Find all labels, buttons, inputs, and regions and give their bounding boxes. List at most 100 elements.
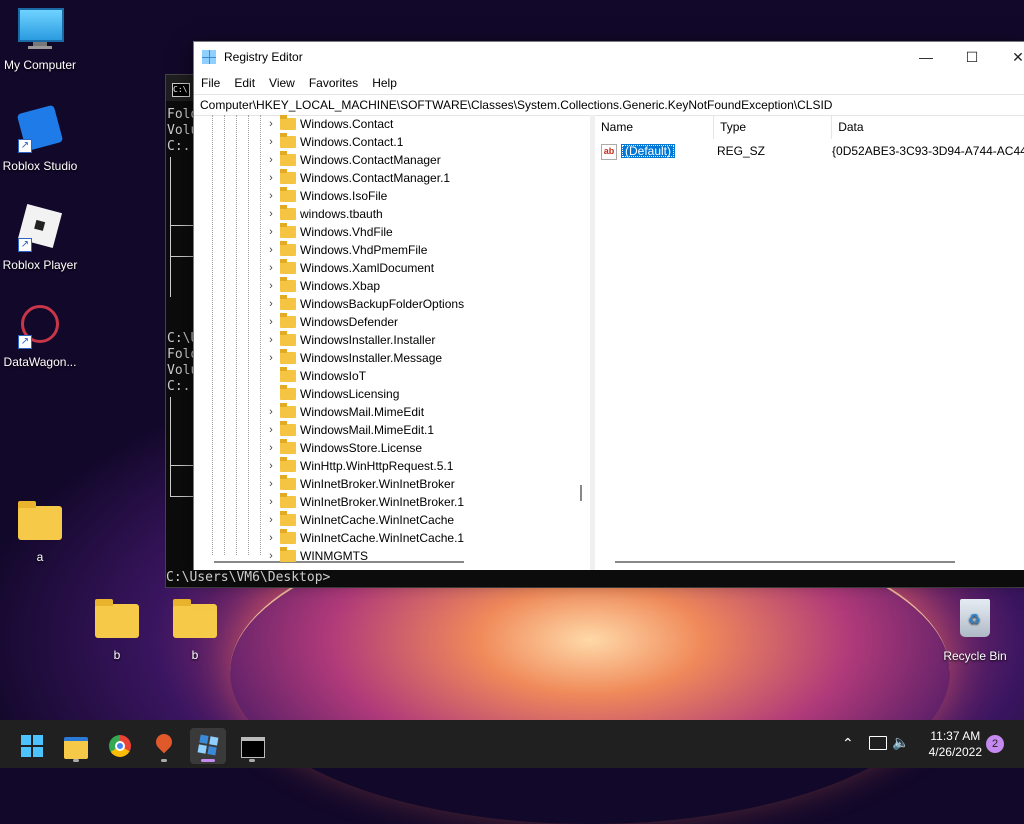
- menu-edit[interactable]: Edit: [227, 76, 262, 90]
- desktop-folder-b-1[interactable]: b: [77, 596, 157, 662]
- chevron-right-icon[interactable]: ›: [266, 259, 276, 277]
- address-bar[interactable]: Computer\HKEY_LOCAL_MACHINE\SOFTWARE\Cla…: [194, 94, 1024, 116]
- tree-key-row[interactable]: › Windows.VhdPmemFile: [194, 241, 574, 259]
- desktop-icon-roblox-studio[interactable]: ↗ Roblox Studio: [0, 104, 80, 173]
- chevron-right-icon[interactable]: ›: [266, 403, 276, 421]
- chevron-right-icon[interactable]: ›: [266, 349, 276, 367]
- window-title: Registry Editor: [224, 50, 303, 64]
- chevron-right-icon[interactable]: ›: [266, 331, 276, 349]
- chevron-right-icon[interactable]: ›: [266, 277, 276, 295]
- desktop-icon-roblox-player[interactable]: ↗ Roblox Player: [0, 203, 80, 272]
- volume-icon[interactable]: 🔈: [892, 734, 909, 751]
- tree-key-label: WINMGMTS: [300, 549, 368, 563]
- chevron-right-icon[interactable]: ›: [266, 493, 276, 511]
- menu-help[interactable]: Help: [365, 76, 404, 90]
- tree-key-row[interactable]: › Windows.XamlDocument: [194, 259, 574, 277]
- desktop-folder-b-2[interactable]: b: [155, 596, 235, 662]
- chevron-right-icon[interactable]: ›: [266, 475, 276, 493]
- tree-key-row[interactable]: › Windows.ContactManager.1: [194, 169, 574, 187]
- value-row[interactable]: ab (Default) REG_SZ {0D52ABE3-3C93-3D94-A…: [595, 140, 1024, 162]
- desktop-icon-recycle-bin[interactable]: ♻ Recycle Bin: [935, 596, 1015, 663]
- values-horizontal-scrollbar[interactable]: [615, 561, 955, 563]
- chevron-right-icon[interactable]: ›: [266, 169, 276, 187]
- chevron-up-icon[interactable]: ⌃: [842, 735, 854, 752]
- tree-key-row[interactable]: › WindowsDefender: [194, 313, 574, 331]
- value-name[interactable]: (Default): [621, 144, 676, 158]
- taskbar-file-explorer[interactable]: [58, 728, 94, 764]
- cmd-prompt-line[interactable]: C:\Users\VM6\Desktop>: [166, 570, 1024, 586]
- tree-key-label: Windows.Contact.1: [300, 135, 404, 149]
- chevron-right-icon[interactable]: ›: [266, 223, 276, 241]
- maximize-button[interactable]: ☐: [949, 42, 995, 72]
- tree-key-row[interactable]: › Windows.IsoFile: [194, 187, 574, 205]
- chevron-right-icon[interactable]: ›: [266, 205, 276, 223]
- tree-key-row[interactable]: › WindowsInstaller.Message: [194, 349, 574, 367]
- taskbar-regedit[interactable]: [190, 728, 226, 764]
- column-name-header[interactable]: Name: [595, 115, 715, 139]
- tree-key-row[interactable]: › Windows.VhdFile: [194, 223, 574, 241]
- tree-key-row[interactable]: › WindowsStore.License: [194, 439, 574, 457]
- tree-key-row[interactable]: › WinInetBroker.WinInetBroker.1: [194, 493, 574, 511]
- cmd-icon: C:\: [172, 83, 190, 97]
- menu-file[interactable]: File: [194, 76, 227, 90]
- tree-key-row[interactable]: WindowsIoT: [194, 367, 574, 385]
- chevron-right-icon[interactable]: ›: [266, 529, 276, 547]
- chevron-right-icon[interactable]: ›: [266, 439, 276, 457]
- tree-key-row[interactable]: › WinHttp.WinHttpRequest.5.1: [194, 457, 574, 475]
- taskbar-cmd[interactable]: [234, 728, 270, 764]
- tree-key-row[interactable]: › WINMGMTS: [194, 547, 574, 565]
- chevron-right-icon[interactable]: ›: [266, 511, 276, 529]
- chevron-right-icon[interactable]: ›: [266, 313, 276, 331]
- minimize-button[interactable]: —: [903, 42, 949, 72]
- folder-icon: [280, 169, 296, 184]
- chevron-right-icon[interactable]: ›: [266, 241, 276, 259]
- tree-key-row[interactable]: › WinInetCache.WinInetCache: [194, 511, 574, 529]
- taskbar-chrome[interactable]: [102, 728, 138, 764]
- taskbar-maps-app[interactable]: [146, 728, 182, 764]
- tree-key-row[interactable]: › Windows.Xbap: [194, 277, 574, 295]
- tree-key-row[interactable]: › Windows.Contact: [194, 115, 574, 133]
- desktop-folder-a[interactable]: a: [0, 498, 80, 564]
- chevron-right-icon[interactable]: ›: [266, 151, 276, 169]
- regedit-titlebar[interactable]: Registry Editor: [194, 42, 1024, 72]
- desktop-icon-label: DataWagon...: [3, 355, 77, 369]
- tree-key-row[interactable]: › Windows.ContactManager: [194, 151, 574, 169]
- values-pane[interactable]: Name Type Data ab (Default) REG_SZ {0D52A…: [595, 115, 1024, 573]
- registry-editor-window[interactable]: Registry Editor — ☐ ✕ File Edit View Fav…: [193, 41, 1024, 574]
- desktop-icon-label: a: [36, 550, 44, 564]
- tree-key-label: Windows.XamlDocument: [300, 261, 435, 275]
- chevron-right-icon[interactable]: ›: [266, 115, 276, 133]
- tree-vertical-scrollbar[interactable]: [580, 485, 582, 501]
- desktop-icon-datawagon[interactable]: ↗ DataWagon...: [0, 302, 80, 369]
- maps-pin-icon: [152, 730, 176, 754]
- desktop-icon-label: b: [113, 648, 121, 662]
- tree-key-row[interactable]: › WinInetCache.WinInetCache.1: [194, 529, 574, 547]
- tree-key-row[interactable]: › WinInetBroker.WinInetBroker: [194, 475, 574, 493]
- tree-key-label: WindowsBackupFolderOptions: [300, 297, 465, 311]
- tree-key-row[interactable]: › WindowsMail.MimeEdit: [194, 403, 574, 421]
- chevron-right-icon[interactable]: ›: [266, 133, 276, 151]
- column-data-header[interactable]: Data: [832, 115, 1024, 139]
- tree-key-row[interactable]: › Windows.Contact.1: [194, 133, 574, 151]
- tree-key-row[interactable]: WindowsLicensing: [194, 385, 574, 403]
- tree-key-row[interactable]: › windows.tbauth: [194, 205, 574, 223]
- tree-key-row[interactable]: › WindowsBackupFolderOptions: [194, 295, 574, 313]
- chevron-right-icon[interactable]: ›: [266, 547, 276, 565]
- desktop-icon-my-computer[interactable]: My Computer: [0, 8, 80, 72]
- menu-view[interactable]: View: [262, 76, 302, 90]
- clock[interactable]: 11:37 AM 4/26/2022: [929, 728, 982, 760]
- chevron-right-icon[interactable]: ›: [266, 457, 276, 475]
- folder-icon: [280, 223, 296, 238]
- chevron-right-icon[interactable]: ›: [266, 421, 276, 439]
- tree-key-row[interactable]: › WindowsInstaller.Installer: [194, 331, 574, 349]
- start-button[interactable]: [14, 728, 50, 764]
- menu-favorites[interactable]: Favorites: [302, 76, 365, 90]
- close-button[interactable]: ✕: [995, 42, 1024, 72]
- network-icon[interactable]: [869, 736, 887, 750]
- chevron-right-icon[interactable]: ›: [266, 187, 276, 205]
- key-tree-pane[interactable]: › Windows.Contact › Windows.Contact.1 › Windo…: [194, 115, 595, 573]
- chevron-right-icon[interactable]: ›: [266, 295, 276, 313]
- desktop-icon-label: Roblox Studio: [2, 159, 78, 173]
- notification-badge[interactable]: 2: [986, 735, 1004, 753]
- column-type-header[interactable]: Type: [714, 115, 833, 139]
